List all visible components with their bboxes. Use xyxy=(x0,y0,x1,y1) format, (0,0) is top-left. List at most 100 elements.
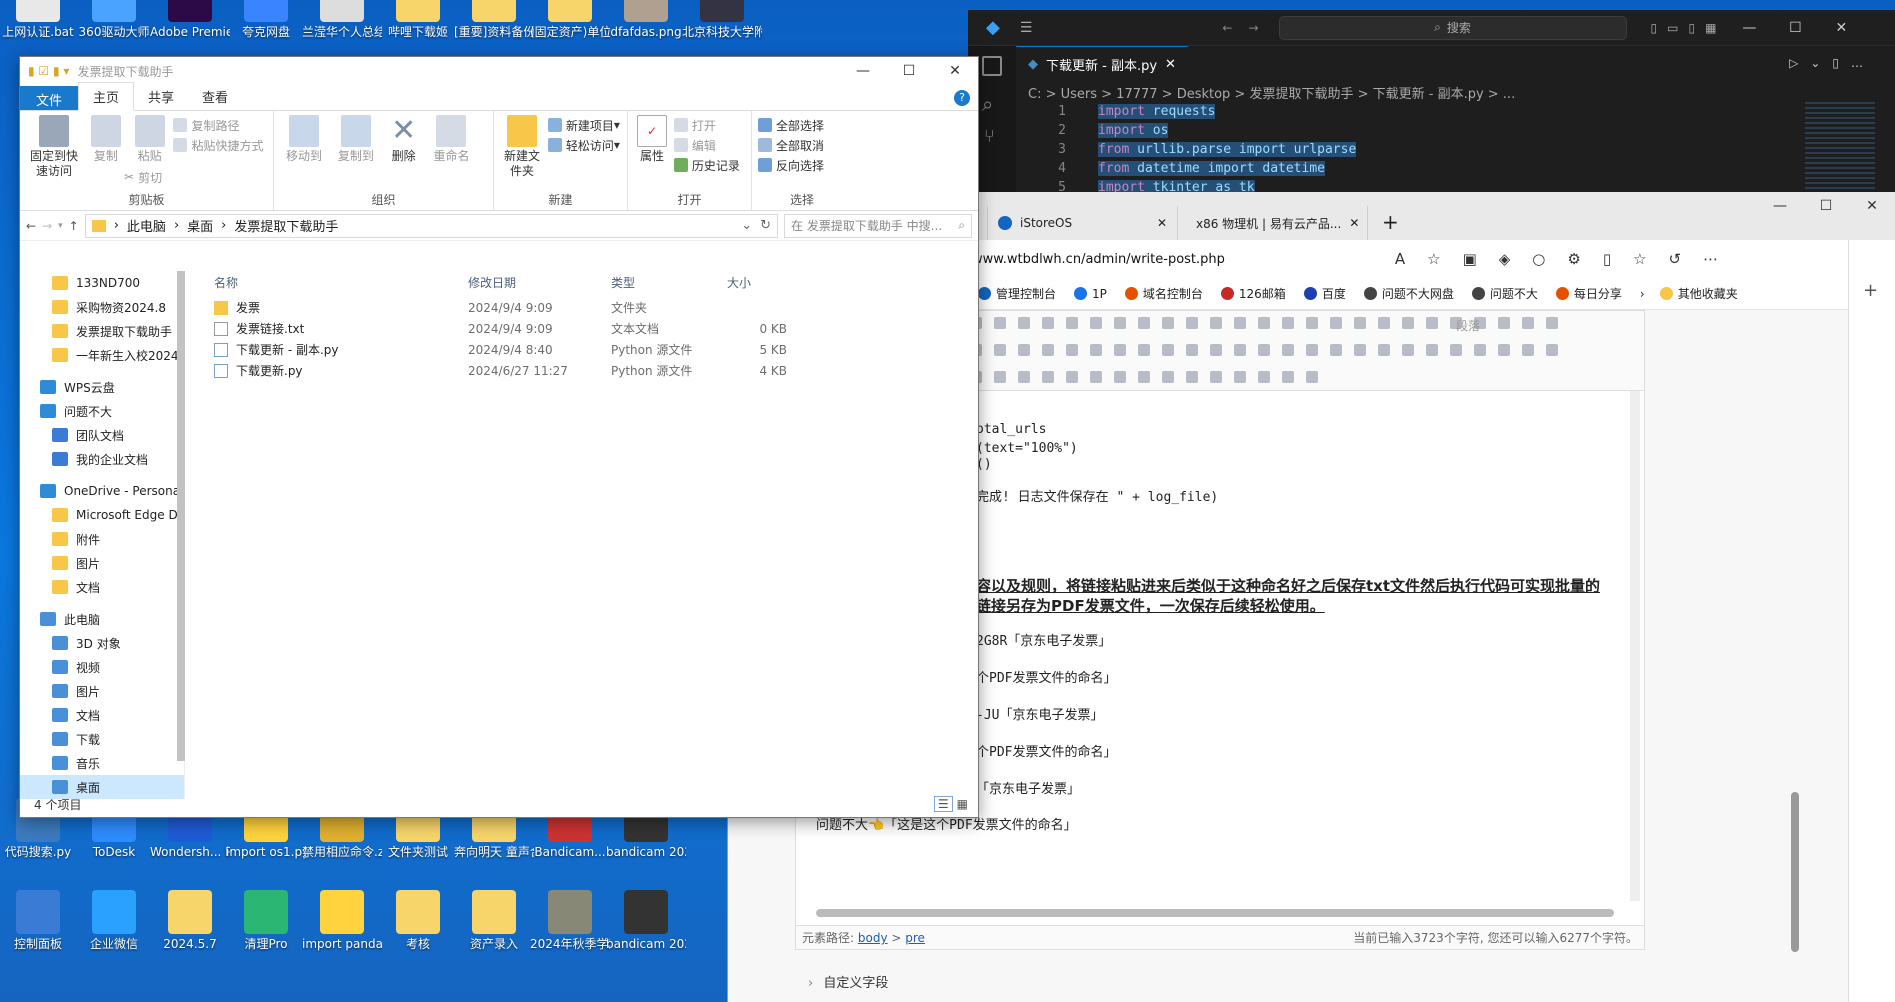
horizontal-scrollbar[interactable] xyxy=(816,909,1614,917)
nav-item[interactable]: 图片 xyxy=(20,551,184,575)
column-name[interactable]: 名称 xyxy=(208,274,468,291)
copy-to-button[interactable]: 复制到 xyxy=(332,115,380,164)
large-icons-view-icon[interactable]: ▦ xyxy=(957,797,968,811)
toolbar-button-icon[interactable] xyxy=(1426,344,1438,356)
toolbar-button-icon[interactable] xyxy=(1378,344,1390,356)
toolbar-button-icon[interactable] xyxy=(994,317,1006,329)
favorite-item[interactable]: 问题不大 xyxy=(1471,285,1538,302)
toolbar-button-icon[interactable] xyxy=(1162,317,1174,329)
desktop-icon[interactable]: Adobe Premiere P... xyxy=(150,0,230,40)
path-body-link[interactable]: body xyxy=(858,931,888,945)
column-date[interactable]: 修改日期 xyxy=(468,274,611,291)
tab-home[interactable]: 主页 xyxy=(78,82,135,111)
close-tab-icon[interactable]: ✕ xyxy=(1157,216,1167,230)
toolbar-button-icon[interactable] xyxy=(1042,371,1054,383)
vscode-maximize-button[interactable]: ☐ xyxy=(1772,14,1818,42)
toolbar-button-icon[interactable] xyxy=(1066,371,1078,383)
browser-close-button[interactable]: ✕ xyxy=(1849,192,1895,220)
toolbar-button-icon[interactable] xyxy=(1258,371,1270,383)
nav-item[interactable]: 音乐 xyxy=(20,751,184,775)
browser-tab[interactable]: x86 物理机 | 易有云产品... ✕ xyxy=(1178,206,1368,240)
custom-fields-toggle[interactable]: › 自定义字段 xyxy=(808,972,888,991)
toolbar-button-icon[interactable] xyxy=(1090,317,1102,329)
back-icon[interactable]: ← xyxy=(26,219,36,233)
forward-icon[interactable]: → xyxy=(42,219,52,233)
desktop-icon[interactable]: 2024.5.7 xyxy=(150,890,230,952)
desktop-icon[interactable]: 兰滢华个人总结2023—2... xyxy=(302,0,382,40)
favorite-item[interactable]: 百度 xyxy=(1303,285,1346,302)
vscode-close-button[interactable]: ✕ xyxy=(1818,14,1864,42)
desktop-icon[interactable]: 夸克网盘 xyxy=(226,0,306,40)
toolbar-button-icon[interactable] xyxy=(1042,317,1054,329)
toolbar-button-icon[interactable] xyxy=(1234,317,1246,329)
toolbar-button-icon[interactable] xyxy=(1522,317,1534,329)
toolbar-button-icon[interactable] xyxy=(1378,317,1390,329)
toolbar-button-icon[interactable] xyxy=(1162,344,1174,356)
browser-minimize-button[interactable]: — xyxy=(1757,192,1803,220)
favorite-item[interactable]: 问题不大网盘 xyxy=(1363,285,1454,302)
search-input[interactable]: 在 发票提取下载助手 中搜... ⌕ xyxy=(784,213,972,238)
nav-item[interactable]: 图片 xyxy=(20,679,184,703)
nav-item[interactable]: 团队文档 xyxy=(20,423,184,447)
toolbar-button-icon[interactable] xyxy=(1210,371,1222,383)
toolbar-button-icon[interactable] xyxy=(1042,344,1054,356)
up-icon[interactable]: ↑ xyxy=(69,219,79,233)
refresh-icon[interactable]: ↻ xyxy=(760,218,771,233)
select-none-button[interactable]: 全部取消 xyxy=(758,135,846,155)
chevron-right-icon[interactable]: › xyxy=(1640,287,1645,301)
desktop-icon[interactable]: import pandas ... xyxy=(302,890,382,952)
tab-view[interactable]: 查看 xyxy=(188,83,242,110)
nav-item[interactable]: 文档 xyxy=(20,703,184,727)
desktop-icon[interactable]: 企业微信 xyxy=(74,890,154,952)
nav-item[interactable]: 附件 xyxy=(20,527,184,551)
file-row[interactable]: 下载更新.py 2024/6/27 11:27 Python 源文件 4 KB xyxy=(208,360,978,381)
toolbar-button-icon[interactable] xyxy=(1210,317,1222,329)
toolbar-button-icon[interactable] xyxy=(1090,371,1102,383)
toolbar-button-icon[interactable] xyxy=(1018,371,1030,383)
vertical-scrollbar[interactable] xyxy=(1630,391,1640,901)
favorite-item[interactable]: 126邮箱 xyxy=(1220,285,1286,302)
add-sidebar-icon[interactable]: + xyxy=(1863,280,1895,301)
toolbar-button-icon[interactable] xyxy=(1354,317,1366,329)
toolbar-button-icon[interactable] xyxy=(1450,344,1462,356)
cut-button[interactable]: ✂ 剪切 xyxy=(124,167,162,187)
toolbar-button-icon[interactable] xyxy=(1402,317,1414,329)
source-control-icon[interactable]: ⑂ xyxy=(984,126,1016,147)
favorite-item[interactable]: 1P xyxy=(1074,287,1107,301)
recent-dropdown-icon[interactable]: ▾ xyxy=(58,221,63,231)
favorite-item[interactable]: 管理控制台 xyxy=(978,285,1056,302)
nav-item[interactable]: 下载 xyxy=(20,727,184,751)
nav-item[interactable]: 问题不大 xyxy=(20,399,184,423)
toolbar-button-icon[interactable] xyxy=(1114,371,1126,383)
explorer-maximize-button[interactable]: ☐ xyxy=(886,57,932,85)
desktop-icon[interactable]: bandicam 2024-08-3... xyxy=(606,890,686,952)
minimap[interactable] xyxy=(1805,102,1875,192)
browser-maximize-button[interactable]: ☐ xyxy=(1803,192,1849,220)
url-text[interactable]: www.wtbdlwh.cn/admin/write-post.php xyxy=(972,252,1225,267)
nav-item[interactable]: 采购物资2024.8 xyxy=(20,295,184,319)
desktop-icon[interactable]: (固定资产)单位在库资... xyxy=(530,0,610,40)
favorite-item[interactable]: › 其他收藏夹 xyxy=(1640,285,1738,302)
toolbar-button-icon[interactable] xyxy=(1138,344,1150,356)
explorer-icon[interactable] xyxy=(982,56,1002,76)
explorer-close-button[interactable]: ✕ xyxy=(932,57,978,85)
command-search[interactable]: ⌕ 搜索 xyxy=(1278,15,1627,40)
nav-item[interactable]: Microsoft Edge D xyxy=(20,503,184,527)
favorite-item[interactable]: 域名控制台 xyxy=(1124,285,1203,302)
quick-access-icons[interactable]: ▮ ☑ ▮ ▾ xyxy=(28,64,69,78)
tab-file[interactable]: 文件 xyxy=(20,86,79,110)
copy-button[interactable]: 复制 xyxy=(86,115,126,164)
menu-icon[interactable]: ☰ xyxy=(1020,20,1033,36)
search-sidebar-icon[interactable]: ⌕ xyxy=(982,92,1016,116)
desktop-icon[interactable]: 北京科技大学附小1.jpg xyxy=(682,0,762,40)
breadcrumb-current[interactable]: 发票提取下载助手 xyxy=(234,216,338,235)
toolbar-button-icon[interactable] xyxy=(994,371,1006,383)
toolbar-button-icon[interactable] xyxy=(1330,317,1342,329)
nav-item[interactable]: 一年新生入校2024年 xyxy=(20,343,184,367)
toolbar-button-icon[interactable] xyxy=(1234,344,1246,356)
layout-icons[interactable]: ▯▭▯▦ xyxy=(1651,21,1727,35)
column-type[interactable]: 类型 xyxy=(611,274,727,291)
toolbar-button-icon[interactable] xyxy=(1066,344,1078,356)
nav-item[interactable]: 发票提取下载助手 xyxy=(20,319,184,343)
explorer-minimize-button[interactable]: — xyxy=(840,57,886,85)
